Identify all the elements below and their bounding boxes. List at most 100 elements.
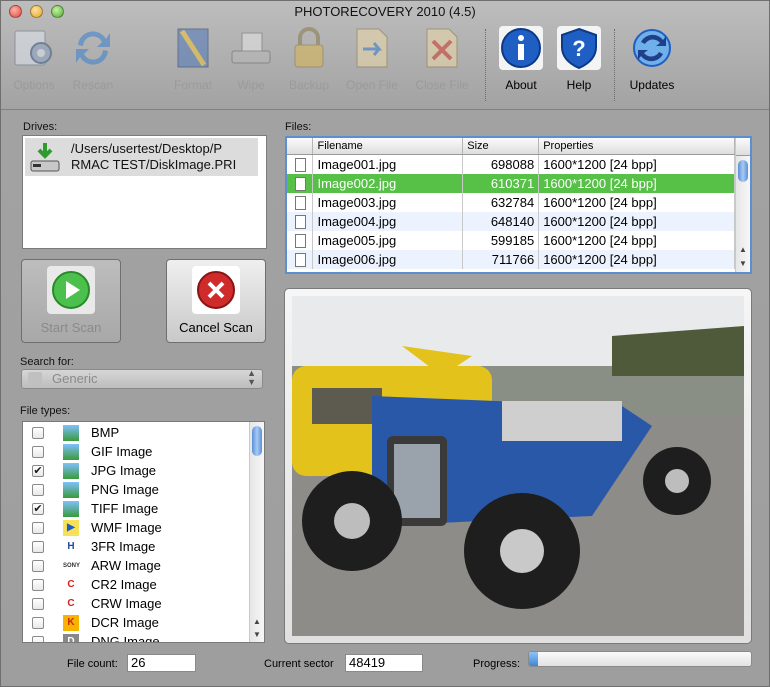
close-window-button[interactable] <box>9 5 22 18</box>
close-file-button[interactable]: Close File <box>413 25 471 92</box>
file-types-list: BMP GIF Image ✔ JPG Image PNG Image ✔ TIFF Ima… <box>22 421 265 643</box>
file-type-checkbox[interactable] <box>32 446 44 458</box>
size-column-header[interactable]: Size <box>462 138 540 155</box>
play-icon <box>47 266 95 314</box>
file-type-item[interactable]: H 3FR Image <box>23 538 249 557</box>
open-file-button[interactable]: Open File <box>343 25 401 92</box>
updates-button[interactable]: Updates <box>623 25 681 92</box>
file-type-checkbox[interactable] <box>32 427 44 439</box>
file-type-label: BMP <box>91 425 120 440</box>
file-row[interactable]: Image002.jpg 610371 1600*1200 [24 bpp] <box>287 174 735 193</box>
file-name-cell: Image006.jpg <box>312 250 464 269</box>
options-gear-icon <box>14 30 52 66</box>
format-button[interactable]: Format <box>164 25 222 92</box>
file-cell-icon <box>287 193 314 212</box>
file-type-checkbox[interactable] <box>32 617 44 629</box>
current-sector-field: 48419 <box>345 654 423 672</box>
filename-column-header[interactable]: Filename <box>312 138 464 155</box>
file-type-checkbox[interactable] <box>32 579 44 591</box>
search-type-select[interactable]: Generic ▲ ▼ <box>21 369 263 389</box>
file-type-label: ARW Image <box>91 558 161 573</box>
about-button[interactable]: About <box>492 25 550 92</box>
drive-item[interactable]: /Users/usertest/Desktop/P RMAC TEST/Disk… <box>25 138 258 176</box>
jpg-file-icon <box>295 234 306 249</box>
properties-column-header[interactable]: Properties <box>538 138 735 155</box>
rescan-button[interactable]: Rescan <box>64 25 122 92</box>
file-type-item[interactable]: C CR2 Image <box>23 576 249 595</box>
file-type-item[interactable]: PNG Image <box>23 481 249 500</box>
zoom-window-button[interactable] <box>51 5 64 18</box>
image-icon <box>63 463 79 479</box>
canon-icon: C <box>67 579 75 590</box>
minimize-window-button[interactable] <box>30 5 43 18</box>
file-type-item[interactable]: GIF Image <box>23 443 249 462</box>
icon-column-header[interactable] <box>287 138 314 155</box>
file-type-checkbox[interactable]: ✔ <box>32 465 44 477</box>
options-button[interactable]: Options <box>5 25 63 92</box>
file-cell-icon <box>287 174 314 193</box>
toolbar-separator <box>614 29 615 101</box>
file-row[interactable]: Image003.jpg 632784 1600*1200 [24 bpp] <box>287 193 735 212</box>
file-type-checkbox[interactable] <box>32 522 44 534</box>
updates-globe-icon <box>633 29 671 67</box>
file-size-cell: 711766 <box>462 250 540 269</box>
sony-icon: SONY <box>63 563 81 569</box>
file-type-item[interactable]: ✔ JPG Image <box>23 462 249 481</box>
search-for-label: Search for: <box>20 356 74 368</box>
file-count-label: File count: <box>67 658 118 670</box>
cancel-scan-button[interactable]: Cancel Scan <box>166 259 266 343</box>
wipe-button[interactable]: Wipe <box>222 25 280 92</box>
hasselblad-icon: H <box>67 541 75 552</box>
file-row[interactable]: Image006.jpg 711766 1600*1200 [24 bpp] <box>287 250 735 269</box>
file-type-item[interactable]: K DCR Image <box>23 614 249 633</box>
scroll-thumb[interactable] <box>252 426 262 456</box>
backup-button[interactable]: Backup <box>280 25 338 92</box>
canon-icon: C <box>67 598 75 609</box>
file-types-scrollbar[interactable]: ▲ ▼ <box>249 422 264 642</box>
file-size-cell: 599185 <box>462 231 540 250</box>
wipe-drive-icon <box>231 32 271 64</box>
file-name-cell: Image002.jpg <box>312 174 464 193</box>
file-type-item[interactable]: ✔ TIFF Image <box>23 500 249 519</box>
scroll-up-arrow[interactable]: ▲ <box>252 617 262 626</box>
file-properties-cell: 1600*1200 [24 bpp] <box>538 193 735 212</box>
file-row[interactable]: Image005.jpg 599185 1600*1200 [24 bpp] <box>287 231 735 250</box>
drive-disk-icon <box>30 143 60 172</box>
wmf-icon: ▶ <box>63 520 79 536</box>
files-scrollbar[interactable]: ▲ ▼ <box>735 138 750 272</box>
file-type-item[interactable]: C CRW Image <box>23 595 249 614</box>
current-sector-label: Current sector <box>264 658 334 670</box>
file-type-item[interactable]: SONY ARW Image <box>23 557 249 576</box>
toolbar-separator <box>485 29 486 101</box>
file-type-item[interactable]: ▶ WMF Image <box>23 519 249 538</box>
file-type-item[interactable]: D DNG Image <box>23 633 249 642</box>
files-table-panel: Filename Size Properties Image001.jpg 698… <box>285 136 752 274</box>
file-size-cell: 632784 <box>462 193 540 212</box>
start-scan-button[interactable]: Start Scan <box>21 259 121 343</box>
file-type-checkbox[interactable] <box>32 560 44 572</box>
scrollbar-corner <box>736 138 750 156</box>
scroll-down-arrow[interactable]: ▼ <box>738 259 748 268</box>
file-name-cell: Image005.jpg <box>312 231 464 250</box>
file-type-checkbox[interactable] <box>32 636 44 642</box>
file-type-item[interactable]: BMP <box>23 424 249 443</box>
file-type-checkbox[interactable]: ✔ <box>32 503 44 515</box>
scroll-up-arrow[interactable]: ▲ <box>738 245 748 254</box>
file-type-checkbox[interactable] <box>32 598 44 610</box>
scroll-thumb[interactable] <box>738 160 748 182</box>
file-size-cell: 698088 <box>462 154 540 174</box>
file-properties-cell: 1600*1200 [24 bpp] <box>538 212 735 231</box>
file-row[interactable]: Image001.jpg 698088 1600*1200 [24 bpp] <box>287 154 735 174</box>
file-cell-icon <box>287 250 314 269</box>
file-row[interactable]: Image004.jpg 648140 1600*1200 [24 bpp] <box>287 212 735 231</box>
jpg-file-icon <box>295 158 306 173</box>
file-type-checkbox[interactable] <box>32 484 44 496</box>
file-type-label: CR2 Image <box>91 577 157 592</box>
help-button[interactable]: ? Help <box>550 25 608 92</box>
drives-list: /Users/usertest/Desktop/P RMAC TEST/Disk… <box>22 135 267 249</box>
window-title: PHOTORECOVERY 2010 (4.5) <box>294 4 476 19</box>
scroll-down-arrow[interactable]: ▼ <box>252 630 262 639</box>
file-type-checkbox[interactable] <box>32 541 44 553</box>
file-properties-cell: 1600*1200 [24 bpp] <box>538 174 735 193</box>
format-disk-icon <box>177 28 209 68</box>
